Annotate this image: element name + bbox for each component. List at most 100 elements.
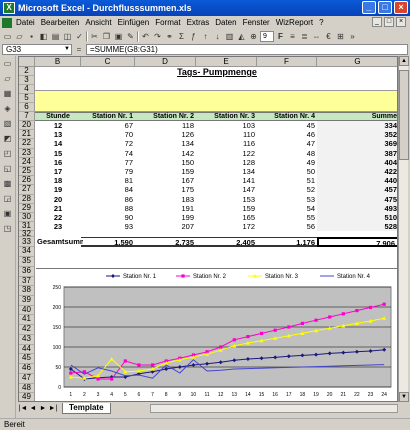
table-cell[interactable]: 457 [317, 185, 397, 195]
toolbar-options-icon[interactable]: » [347, 31, 358, 42]
cut-icon[interactable]: ✂ [89, 31, 100, 42]
sheet-title[interactable]: Tags- Pumpmenge [35, 67, 397, 77]
table-cell[interactable]: 22 [35, 213, 81, 222]
table-cell[interactable]: 159 [196, 204, 257, 213]
menu-ansicht[interactable]: Ansicht [85, 18, 111, 27]
column-header[interactable]: E [196, 57, 257, 67]
table-cell[interactable]: 150 [135, 158, 196, 167]
align-center-icon[interactable]: ≣ [299, 31, 310, 42]
sort-descending-icon[interactable]: ↓ [212, 31, 223, 42]
horizontal-scrollbar[interactable] [150, 404, 398, 413]
font-size-combo[interactable]: 9 [260, 30, 274, 42]
table-cell[interactable]: 122 [196, 149, 257, 158]
scroll-thumb[interactable] [399, 70, 409, 160]
table-cell[interactable]: 199 [135, 213, 196, 222]
table-cell[interactable]: 23 [35, 222, 81, 231]
table-cell[interactable]: 84 [81, 185, 135, 194]
toolbar-tool-icon[interactable]: ◰ [2, 148, 14, 160]
table-cell[interactable]: 51 [257, 176, 317, 185]
permission-icon[interactable]: ◧ [38, 31, 49, 42]
zoom-icon[interactable]: ⊕ [248, 31, 259, 42]
drawing-icon[interactable]: ◭ [236, 31, 247, 42]
name-box[interactable]: G33 ▼ [2, 43, 72, 55]
menu-bearbeiten[interactable]: Bearbeiten [41, 18, 80, 27]
total-cell[interactable]: 1.590 [81, 237, 135, 248]
table-cell[interactable]: 77 [81, 158, 135, 167]
table-cell[interactable]: 90 [81, 213, 135, 222]
total-label[interactable]: Gesamtsumme: [37, 237, 83, 247]
table-cell[interactable]: 15 [35, 149, 81, 158]
undo-icon[interactable]: ↶ [140, 31, 151, 42]
minimize-button[interactable]: _ [362, 1, 376, 14]
merge-center-icon[interactable]: ⇔ [311, 31, 322, 42]
table-cell[interactable]: 116 [196, 139, 257, 148]
total-cell[interactable]: 2.405 [196, 237, 257, 248]
table-cell[interactable]: 334 [317, 121, 397, 131]
menu-extras[interactable]: Extras [187, 18, 210, 27]
first-sheet-button[interactable]: |◄ [18, 404, 28, 414]
save-icon[interactable]: ▪ [26, 31, 37, 42]
format-painter-icon[interactable]: ✎ [125, 31, 136, 42]
table-cell[interactable]: 134 [196, 167, 257, 176]
doc-close-button[interactable]: × [396, 17, 406, 27]
scroll-down-icon[interactable]: ▼ [399, 392, 409, 402]
toolbar-tool-icon[interactable]: ▦ [2, 88, 14, 100]
spelling-icon[interactable]: ✓ [74, 31, 85, 42]
sheet-tab-template[interactable]: Template [62, 403, 111, 414]
prev-sheet-button[interactable]: ◄ [28, 404, 38, 414]
toolbar-tool-icon[interactable]: ◈ [2, 103, 14, 115]
table-cell[interactable]: 134 [135, 139, 196, 148]
column-title[interactable]: Station Nr. 4 [257, 112, 317, 121]
print-icon[interactable]: ▤ [50, 31, 61, 42]
table-cell[interactable]: 54 [257, 204, 317, 213]
toolbar-tool-icon[interactable]: ◩ [2, 133, 14, 145]
borders-icon[interactable]: ⊞ [335, 31, 346, 42]
doc-restore-button[interactable]: □ [384, 17, 394, 27]
row-header[interactable]: 49 [19, 393, 35, 401]
toolbar-tool-icon[interactable]: ▧ [2, 118, 14, 130]
menu-help[interactable]: ? [319, 18, 323, 27]
table-cell[interactable]: 159 [135, 167, 196, 176]
open-icon[interactable]: ▱ [2, 73, 14, 85]
table-cell[interactable]: 53 [257, 195, 317, 204]
table-cell[interactable]: 46 [257, 130, 317, 139]
toolbar-tool-icon[interactable]: ◲ [2, 193, 14, 205]
table-cell[interactable]: 14 [35, 139, 81, 148]
fx-label[interactable]: = [72, 45, 86, 54]
table-cell[interactable]: 493 [317, 203, 397, 213]
spreadsheet-grid[interactable]: BCDEFG 2 3 4 5 6 7 20 21 22 23 24 25 26 27 28 29 30 31 32 3… [18, 56, 398, 402]
table-cell[interactable]: 153 [196, 195, 257, 204]
vertical-scrollbar[interactable]: ▲ ▼ [398, 56, 409, 402]
last-sheet-button[interactable]: ►| [48, 404, 58, 414]
total-cell[interactable]: 7.906 [317, 237, 397, 248]
table-cell[interactable]: 50 [257, 167, 317, 176]
table-cell[interactable]: 18 [35, 176, 81, 185]
column-title[interactable]: Stunde [35, 112, 81, 121]
menu-datei[interactable]: Datei [16, 18, 35, 27]
column-header[interactable]: C [81, 57, 135, 67]
table-cell[interactable]: 352 [317, 130, 397, 140]
table-cell[interactable]: 191 [135, 204, 196, 213]
sort-ascending-icon[interactable]: ↑ [200, 31, 211, 42]
scroll-up-icon[interactable]: ▲ [399, 56, 409, 66]
table-cell[interactable]: 48 [257, 149, 317, 158]
column-title[interactable]: Summe [317, 112, 397, 121]
table-cell[interactable]: 126 [135, 130, 196, 139]
align-left-icon[interactable]: ≡ [287, 31, 298, 42]
column-header[interactable]: D [135, 57, 196, 67]
total-cell[interactable]: 1.176 [257, 237, 317, 248]
highlight-band[interactable] [35, 90, 397, 112]
table-cell[interactable]: 74 [81, 149, 135, 158]
table-cell[interactable]: 369 [317, 139, 397, 149]
table-cell[interactable]: 49 [257, 158, 317, 167]
toolbar-tool-icon[interactable]: ▣ [2, 208, 14, 220]
table-cell[interactable]: 45 [257, 121, 317, 130]
new-document-icon[interactable]: ▭ [2, 58, 14, 70]
table-cell[interactable]: 183 [135, 195, 196, 204]
copy-icon[interactable]: ❐ [101, 31, 112, 42]
column-title[interactable]: Station Nr. 3 [196, 112, 257, 121]
table-cell[interactable]: 19 [35, 185, 81, 194]
menu-format[interactable]: Format [155, 18, 180, 27]
table-cell[interactable]: 141 [196, 176, 257, 185]
currency-icon[interactable]: € [323, 31, 334, 42]
